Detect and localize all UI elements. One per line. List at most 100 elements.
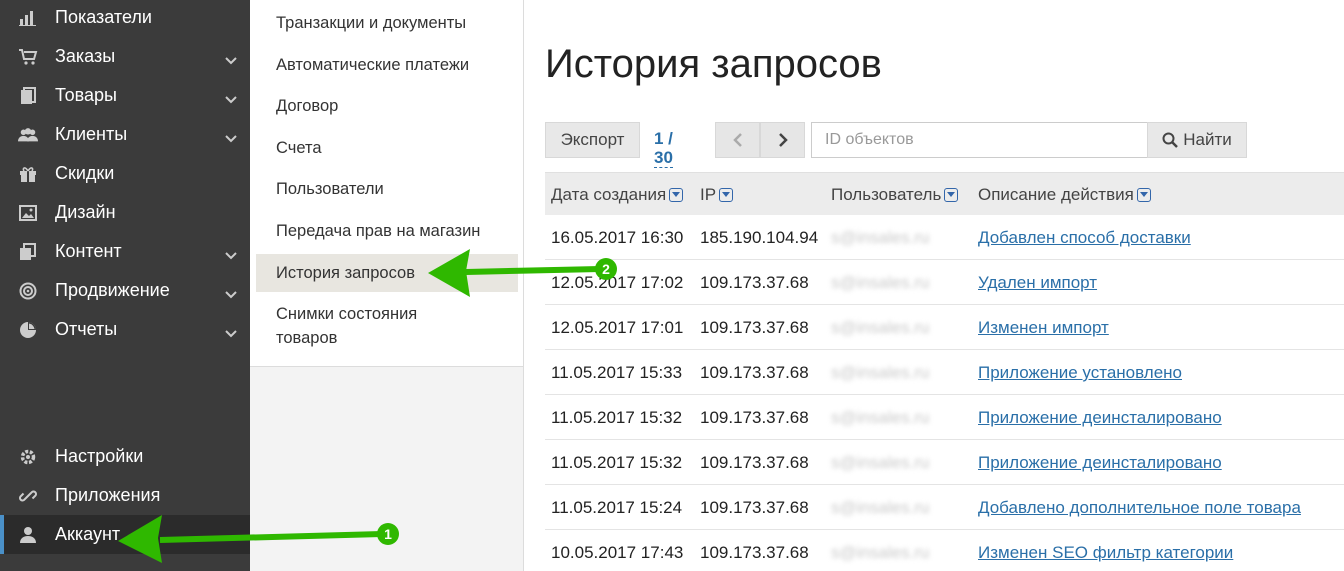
table-row: 11.05.2017 15:32 109.173.37.68 s@insales… [545, 395, 1344, 440]
sidebar-item-apps[interactable]: Приложения [0, 476, 250, 515]
cell-user: s@insales.ru [831, 273, 930, 292]
table-header: Дата создания IP Пользователь Описание д… [545, 172, 1344, 215]
cell-user: s@insales.ru [831, 453, 930, 472]
cell-action-link[interactable]: Удален импорт [978, 273, 1097, 293]
cart-icon [18, 47, 38, 67]
chevron-down-icon [225, 283, 237, 304]
cell-date: 11.05.2017 15:32 [551, 453, 683, 472]
cell-ip: 109.173.37.68 [700, 498, 809, 517]
sidebar-item-discounts[interactable]: Скидки [0, 154, 250, 193]
column-header-label: Описание действия [978, 185, 1134, 204]
sidebar-item-label: Скидки [55, 163, 115, 183]
sidebar-item-label: Показатели [55, 7, 152, 27]
gift-icon [18, 164, 38, 184]
sidebar-item-label: Клиенты [55, 124, 128, 144]
pages-icon [18, 242, 38, 262]
cell-date: 11.05.2017 15:32 [551, 408, 683, 427]
cell-user: s@insales.ru [831, 498, 930, 517]
sort-icon[interactable] [944, 188, 959, 202]
sort-icon[interactable] [669, 188, 684, 202]
table-row: 12.05.2017 17:02 109.173.37.68 s@insales… [545, 260, 1344, 305]
cell-date: 12.05.2017 17:01 [551, 318, 684, 337]
submenu-item-auto-payments[interactable]: Автоматические платежи [256, 53, 518, 77]
sidebar-item-label: Продвижение [55, 280, 170, 300]
sidebar-item-label: Товары [55, 85, 117, 105]
sidebar-item-clients[interactable]: Клиенты [0, 115, 250, 154]
user-icon [18, 525, 38, 545]
cell-ip: 109.173.37.68 [700, 363, 809, 382]
submenu-empty-area [250, 367, 524, 571]
cell-action-link[interactable]: Изменен SEO фильтр категории [978, 543, 1233, 563]
sidebar-item-promotion[interactable]: Продвижение [0, 271, 250, 310]
sidebar-item-label: Дизайн [55, 202, 116, 222]
sidebar-item-label: Настройки [55, 446, 144, 466]
cell-action-link[interactable]: Изменен импорт [978, 318, 1109, 338]
cell-action-link[interactable]: Приложение деинсталировано [978, 408, 1222, 428]
cell-ip: 185.190.104.94 [700, 228, 819, 247]
cell-action-link[interactable]: Добавлено дополнительное поле товара [978, 498, 1301, 518]
export-button[interactable]: Экспорт [545, 122, 640, 158]
link-icon [18, 486, 38, 506]
sidebar-item-dashboard[interactable]: Показатели [0, 0, 250, 37]
sort-icon[interactable] [719, 188, 734, 202]
sidebar-item-label: Заказы [55, 46, 116, 66]
sidebar-item-reports[interactable]: Отчеты [0, 310, 250, 349]
sidebar-item-orders[interactable]: Заказы [0, 37, 250, 76]
cell-action-link[interactable]: Приложение установлено [978, 363, 1182, 383]
cell-action-link[interactable]: Приложение деинсталировано [978, 453, 1222, 473]
chevron-down-icon [225, 244, 237, 265]
sidebar-item-account[interactable]: Аккаунт [0, 515, 250, 554]
image-icon [18, 203, 38, 223]
table-row: 11.05.2017 15:32 109.173.37.68 s@insales… [545, 440, 1344, 485]
column-header-label: IP [700, 185, 717, 204]
cell-user: s@insales.ru [831, 363, 930, 382]
cell-ip: 109.173.37.68 [700, 543, 809, 562]
chart-icon [18, 8, 38, 28]
submenu-item-users[interactable]: Пользователи [256, 177, 518, 201]
sidebar-item-content[interactable]: Контент [0, 232, 250, 271]
column-header-user[interactable]: Пользователь [831, 185, 959, 205]
submenu-item-product-snapshots[interactable]: Снимки состояния товаров [256, 302, 518, 350]
cell-action-link[interactable]: Добавлен способ доставки [978, 228, 1191, 248]
target-icon [18, 281, 38, 301]
users-icon [18, 125, 38, 145]
sidebar-item-settings[interactable]: Настройки [0, 437, 250, 476]
cell-date: 11.05.2017 15:33 [551, 363, 683, 382]
cell-user: s@insales.ru [831, 408, 930, 427]
column-header-date[interactable]: Дата создания [551, 185, 684, 205]
sidebar-item-label: Приложения [55, 485, 161, 505]
sort-icon[interactable] [1136, 188, 1151, 202]
column-header-ip[interactable]: IP [700, 185, 734, 205]
sidebar-item-design[interactable]: Дизайн [0, 193, 250, 232]
sidebar-item-label: Контент [55, 241, 122, 261]
chevron-right-icon [778, 133, 788, 147]
cell-ip: 109.173.37.68 [700, 453, 809, 472]
chevron-left-icon [732, 133, 742, 147]
request-history-table: Дата создания IP Пользователь Описание д… [545, 172, 1344, 571]
next-page-button[interactable] [760, 122, 805, 158]
search-icon [1162, 132, 1179, 148]
page-indicator[interactable]: 1 / 30 [654, 129, 673, 168]
submenu-item-contract[interactable]: Договор [256, 94, 518, 118]
cell-date: 10.05.2017 17:43 [551, 543, 684, 562]
column-header-label: Дата создания [551, 185, 667, 204]
submenu-item-invoices[interactable]: Счета [256, 136, 518, 160]
sidebar-item-label: Отчеты [55, 319, 118, 339]
submenu-item-transfer-rights[interactable]: Передача прав на магазин [256, 219, 518, 243]
chevron-down-icon [225, 88, 237, 109]
table-row: 11.05.2017 15:24 109.173.37.68 s@insales… [545, 485, 1344, 530]
find-button[interactable]: Найти [1147, 122, 1247, 158]
cell-user: s@insales.ru [831, 543, 930, 562]
products-icon [18, 86, 38, 106]
pie-icon [18, 320, 38, 340]
submenu-item-request-history[interactable]: История запросов [256, 254, 518, 292]
sidebar-item-label: Аккаунт [55, 524, 121, 544]
submenu-item-transactions[interactable]: Транзакции и документы [256, 11, 518, 35]
prev-page-button[interactable] [715, 122, 760, 158]
column-header-action[interactable]: Описание действия [978, 185, 1151, 205]
sidebar-item-products[interactable]: Товары [0, 76, 250, 115]
page-title: История запросов [545, 42, 882, 86]
object-id-search-input[interactable] [811, 122, 1148, 158]
chevron-down-icon [225, 49, 237, 70]
table-row: 16.05.2017 16:30 185.190.104.94 s@insale… [545, 215, 1344, 260]
